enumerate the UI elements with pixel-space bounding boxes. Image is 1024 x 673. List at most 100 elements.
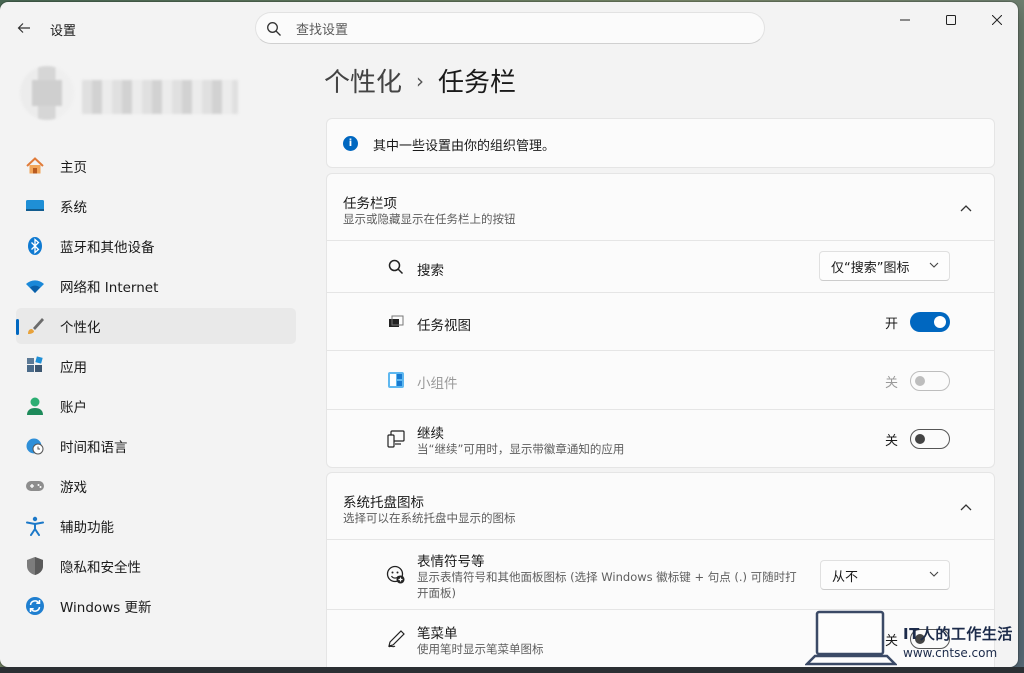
page-title: 任务栏 — [438, 68, 517, 98]
toggle-state-label: 关 — [884, 375, 898, 391]
taskbar-row-continue: 继续 当“继续”可用时，显示带徽章通知的应用 关 — [326, 410, 995, 468]
home-icon — [25, 156, 45, 176]
sidebar-item-label: 网络和 Internet — [60, 280, 159, 296]
group-subtitle: 显示或隐藏显示在任务栏上的按钮 — [343, 212, 516, 226]
row-subtitle: 使用笔时显示笔菜单图标 — [417, 642, 544, 656]
laptop-logo-icon — [805, 610, 897, 666]
sidebar-item-system[interactable]: 系统 — [16, 188, 296, 224]
taskbar-row-search: 搜索 仅“搜索”图标 — [326, 241, 995, 293]
toggle-knob — [934, 316, 946, 328]
continue-toggle-wrap: 关 — [885, 429, 950, 449]
chevron-down-icon — [929, 569, 939, 580]
app-title: 设置 — [50, 24, 77, 39]
update-icon — [25, 596, 45, 616]
search-icon — [385, 256, 407, 278]
avatar[interactable] — [20, 66, 74, 120]
sidebar-item-label: 辅助功能 — [60, 520, 114, 536]
row-title: 继续 — [417, 426, 444, 442]
settings-window: 设置 主页 系统 — [0, 2, 1018, 667]
row-title: 表情符号等 — [417, 554, 485, 570]
sidebar-item-label: 蓝牙和其他设备 — [60, 240, 155, 256]
toggle-state-label: 开 — [884, 316, 898, 332]
notice-text: 其中一些设置由你的组织管理。 — [373, 139, 556, 154]
chevron-up-icon[interactable] — [956, 497, 976, 517]
system-icon — [25, 196, 45, 216]
bluetooth-icon — [25, 236, 45, 256]
taskbar-row-taskview: 任务视图 开 — [326, 293, 995, 351]
wifi-icon — [25, 276, 45, 296]
widgets-toggle-wrap: 关 — [885, 371, 950, 391]
sidebar-item-gaming[interactable]: 游戏 — [16, 468, 296, 504]
minimize-button[interactable] — [882, 2, 928, 38]
watermark-text: IT人的工作生活 — [903, 625, 1013, 643]
breadcrumb-parent[interactable]: 个性化 — [324, 62, 402, 99]
sidebar-item-label: 隐私和安全性 — [60, 560, 141, 576]
sidebar-item-bluetooth[interactable]: 蓝牙和其他设备 — [16, 228, 296, 264]
chevron-up-icon[interactable] — [956, 198, 976, 218]
group-subtitle: 选择可以在系统托盘中显示的图标 — [343, 511, 516, 525]
arrow-left-icon — [17, 23, 30, 33]
breadcrumb: 个性化 › 任务栏 — [324, 62, 516, 99]
sidebar-item-personalization[interactable]: 个性化 — [16, 308, 296, 344]
watermark-url: www.cntse.com — [903, 646, 998, 660]
taskview-toggle-wrap: 开 — [885, 312, 950, 332]
sidebar-item-apps[interactable]: 应用 — [16, 348, 296, 384]
sidebar-item-label: Windows 更新 — [60, 600, 152, 616]
toggle-knob — [915, 434, 925, 444]
sidebar-item-home[interactable]: 主页 — [16, 148, 296, 184]
accessibility-icon — [25, 516, 45, 536]
gamepad-icon — [25, 476, 45, 496]
sidebar-item-accessibility[interactable]: 辅助功能 — [16, 508, 296, 544]
taskbar-items-header[interactable]: 任务栏项 显示或隐藏显示在任务栏上的按钮 — [326, 173, 995, 241]
continue-toggle[interactable] — [910, 429, 950, 449]
task-view-icon — [385, 311, 407, 333]
search-box[interactable] — [255, 12, 765, 44]
sidebar-item-accounts[interactable]: 账户 — [16, 388, 296, 424]
tray-icons-header[interactable]: 系统托盘图标 选择可以在系统托盘中显示的图标 — [326, 472, 995, 540]
back-button[interactable] — [10, 16, 38, 40]
toggle-knob — [915, 376, 925, 386]
search-input[interactable] — [294, 19, 738, 41]
sidebar-item-label: 主页 — [60, 160, 87, 176]
row-title: 任务视图 — [417, 318, 471, 334]
maximize-button[interactable] — [928, 2, 974, 38]
taskview-toggle[interactable] — [910, 312, 950, 332]
title-bar: 设置 — [0, 2, 1018, 52]
group-title: 任务栏项 — [343, 196, 397, 212]
sidebar-item-label: 应用 — [60, 360, 87, 376]
sidebar-item-privacy[interactable]: 隐私和安全性 — [16, 548, 296, 584]
breadcrumb-separator: › — [416, 68, 425, 93]
taskbar-row-widgets: 小组件 关 — [326, 351, 995, 410]
brush-icon — [25, 316, 45, 336]
maximize-icon — [946, 15, 956, 25]
user-info-blurred — [82, 80, 238, 114]
widgets-icon — [385, 369, 407, 391]
globe-clock-icon — [25, 436, 45, 456]
sidebar-item-label: 个性化 — [60, 320, 101, 336]
sidebar-nav: 主页 系统 蓝牙和其他设备 网络和 Internet 个性化 应用 账户 时间和… — [16, 148, 296, 628]
emoji-visibility-dropdown[interactable]: 从不 — [820, 560, 950, 590]
continue-device-icon — [385, 428, 407, 450]
row-title: 小组件 — [417, 376, 458, 392]
dropdown-value: 从不 — [832, 569, 859, 585]
search-mode-dropdown[interactable]: 仅“搜索”图标 — [819, 251, 950, 281]
sidebar-item-network[interactable]: 网络和 Internet — [16, 268, 296, 304]
row-subtitle: 开面板) — [417, 586, 456, 600]
sidebar-item-time-language[interactable]: 时间和语言 — [16, 428, 296, 464]
dropdown-value: 仅“搜索”图标 — [831, 260, 910, 276]
chevron-down-icon — [929, 260, 939, 271]
sidebar-item-label: 系统 — [60, 200, 87, 216]
row-subtitle: 显示表情符号和其他面板图标 (选择 Windows 徽标键 + 句点 (.) 可… — [417, 570, 797, 584]
row-title: 搜索 — [417, 263, 444, 279]
desktop-strip — [0, 667, 1024, 673]
sidebar-item-windows-update[interactable]: Windows 更新 — [16, 588, 296, 624]
search-icon — [267, 22, 281, 36]
sidebar-item-label: 时间和语言 — [60, 440, 128, 456]
minimize-icon — [900, 19, 910, 21]
close-button[interactable] — [974, 2, 1018, 38]
toggle-state-label: 关 — [884, 433, 898, 449]
row-title: 笔菜单 — [417, 626, 458, 642]
sidebar-item-label: 游戏 — [60, 480, 87, 496]
widgets-toggle — [910, 371, 950, 391]
emoji-panel-icon — [385, 564, 407, 586]
